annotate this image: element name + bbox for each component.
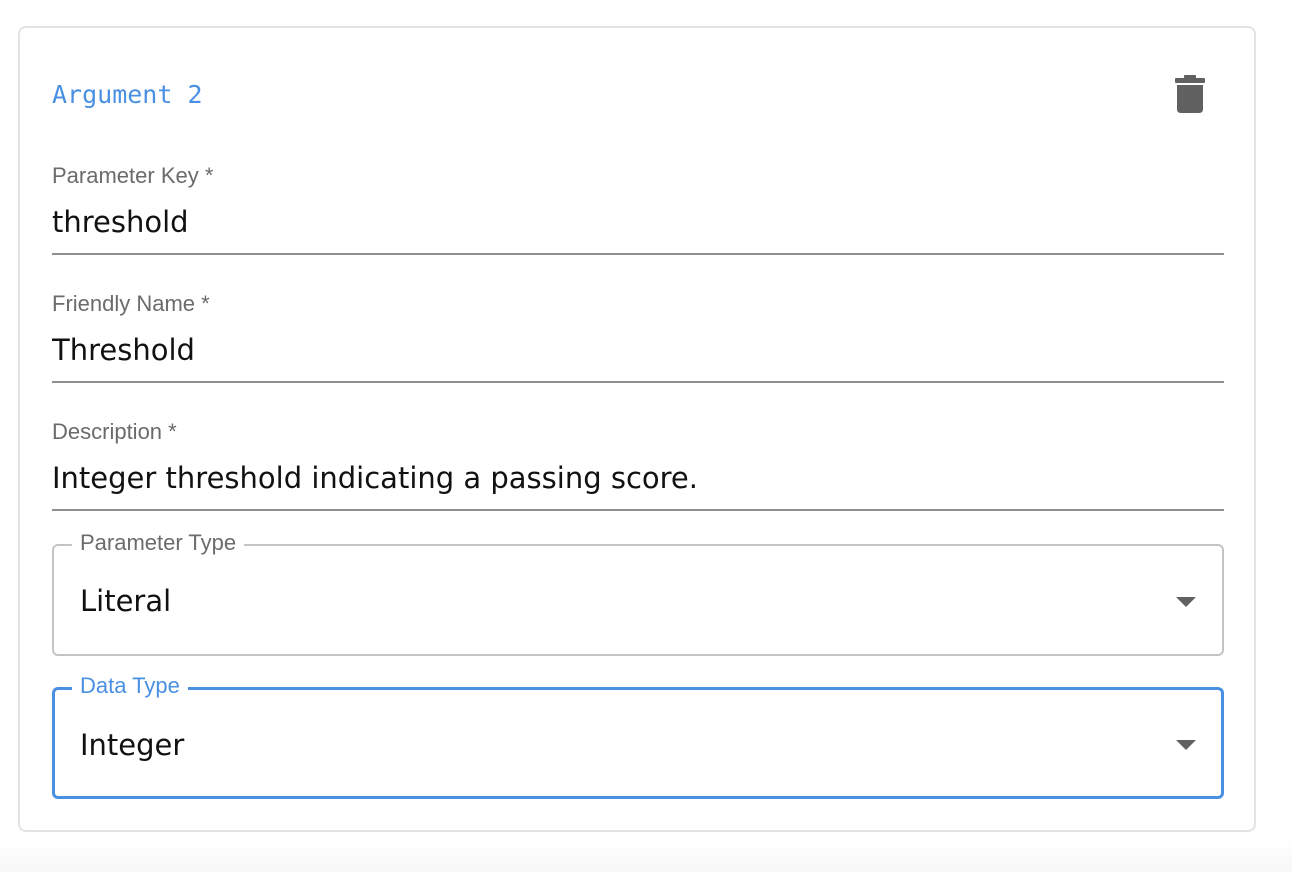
data-type-label: Data Type — [72, 672, 188, 700]
friendly-name-input[interactable] — [52, 330, 1224, 370]
description-field: Description * — [52, 418, 1224, 513]
data-type-select[interactable]: Data Type Integer — [52, 672, 1224, 799]
argument-title: Argument 2 — [52, 80, 203, 109]
description-input[interactable] — [52, 458, 1224, 498]
parameter-type-value: Literal — [80, 584, 172, 618]
parameter-key-label: Parameter Key * — [52, 163, 214, 188]
description-underline — [52, 509, 1224, 511]
parameter-key-field: Parameter Key * — [52, 162, 1224, 257]
parameter-key-underline — [52, 253, 1224, 255]
friendly-name-underline — [52, 381, 1224, 383]
parameter-key-input[interactable] — [52, 202, 1224, 242]
parameter-type-select[interactable]: Parameter Type Literal — [52, 529, 1224, 656]
description-label: Description * — [52, 419, 177, 444]
parameter-type-label: Parameter Type — [72, 529, 245, 557]
chevron-down-icon — [1176, 597, 1196, 607]
friendly-name-label: Friendly Name * — [52, 291, 210, 316]
page: Argument 2 Parameter Key * Friendly Name… — [0, 0, 1292, 872]
data-type-value: Integer — [80, 728, 185, 762]
friendly-name-field: Friendly Name * — [52, 290, 1224, 385]
delete-argument-button[interactable] — [1166, 68, 1214, 120]
trash-icon — [1175, 75, 1205, 113]
chevron-down-icon — [1176, 740, 1196, 750]
